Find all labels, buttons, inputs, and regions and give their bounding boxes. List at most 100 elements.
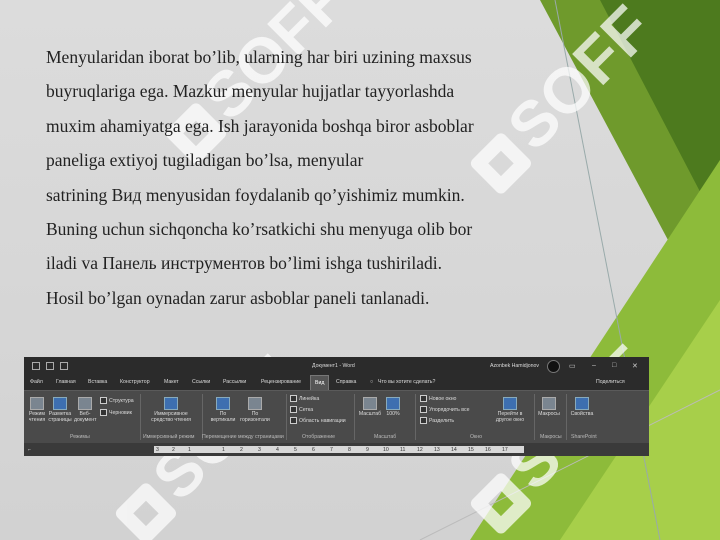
immersive-reader-button[interactable]: Иммерсивное средство чтения bbox=[144, 395, 198, 423]
text-line: iladi va Панель инструментов bo’limi ish… bbox=[46, 253, 442, 274]
group-label-views: Режимы bbox=[70, 434, 90, 440]
arrange-all-button[interactable]: Упорядочить все bbox=[420, 406, 470, 413]
vertical-button[interactable]: По вертикали bbox=[210, 395, 236, 423]
tab-selector-icon[interactable]: ⌐ bbox=[28, 447, 31, 453]
tab-help[interactable]: Справка bbox=[336, 379, 356, 385]
navigation-pane-checkbox[interactable]: Область навигации bbox=[290, 417, 346, 424]
divider bbox=[286, 394, 287, 440]
draft-button[interactable]: Черновик bbox=[100, 409, 132, 416]
zoom-100-button[interactable]: 100% bbox=[383, 395, 403, 417]
ribbon-display-icon[interactable]: ▭ bbox=[569, 362, 576, 370]
tab-review[interactable]: Рецензирование bbox=[261, 379, 301, 385]
side-to-side-button[interactable]: По горизонтали bbox=[240, 395, 270, 423]
ruler-tick-label: 4 bbox=[276, 447, 279, 453]
group-label-zoom: Масштаб bbox=[374, 434, 397, 440]
text-line: Menyularidan iborat bo’lib, ularning har… bbox=[46, 47, 472, 67]
new-window-icon bbox=[420, 395, 427, 402]
share-button[interactable]: Поделиться bbox=[596, 379, 625, 385]
checkbox-icon bbox=[290, 395, 297, 402]
bullets-icon[interactable] bbox=[46, 362, 54, 370]
divider bbox=[140, 394, 141, 440]
ruler-tick-label: 3 bbox=[258, 447, 261, 453]
ruler-tick-label: 15 bbox=[468, 447, 474, 453]
group-label-show: Отображение bbox=[302, 434, 335, 440]
checkbox-icon bbox=[290, 417, 297, 424]
zoom-100-icon bbox=[386, 397, 400, 410]
print-layout-icon bbox=[53, 397, 67, 410]
ruler-tick-label: 9 bbox=[366, 447, 369, 453]
slide: SOFF SOFF SOFF SOFF Menyularidan iborat … bbox=[0, 0, 720, 540]
vertical-icon bbox=[216, 397, 230, 410]
web-layout-icon bbox=[78, 397, 92, 410]
ruler-checkbox[interactable]: Линейка bbox=[290, 395, 319, 402]
group-label-window: Окно bbox=[470, 434, 483, 440]
ruler-tick-label: 2 bbox=[240, 447, 243, 453]
immersive-reader-icon bbox=[164, 397, 178, 410]
word-ribbon-screenshot: Документ1 - Word Azonbek Hamidjonov ▭ – … bbox=[24, 357, 649, 456]
ruler-tick-label: 6 bbox=[312, 447, 315, 453]
outline-icon bbox=[100, 397, 107, 404]
ruler-tick-label: 3 bbox=[156, 447, 159, 453]
tab-references[interactable]: Ссылки bbox=[192, 379, 210, 385]
divider bbox=[415, 394, 416, 440]
group-label-immersive: Иммерсивный режим bbox=[143, 434, 195, 440]
ruler-bar: ⌐ 3 2 1 1 2 3 4 5 6 7 8 9 10 11 12 13 14… bbox=[24, 443, 649, 456]
text-line: Buning uchun sichqoncha ko’rsatkichi shu… bbox=[46, 219, 473, 240]
text-line: buyruqlariga ega. Mazkur menyular hujjat… bbox=[46, 81, 455, 102]
ruler-tick-label: 1 bbox=[188, 447, 191, 453]
divider bbox=[354, 394, 355, 440]
properties-button[interactable]: Свойства bbox=[569, 395, 595, 417]
tab-home[interactable]: Главная bbox=[56, 379, 76, 385]
macros-icon bbox=[542, 397, 556, 410]
outline-button[interactable]: Структура bbox=[100, 397, 134, 404]
save-icon[interactable] bbox=[32, 362, 40, 370]
ruler-tick-label: 2 bbox=[172, 447, 175, 453]
divider bbox=[534, 394, 535, 440]
divider bbox=[566, 394, 567, 440]
tab-view[interactable]: Вид bbox=[310, 375, 330, 390]
tab-design[interactable]: Конструктор bbox=[120, 379, 150, 385]
split-icon bbox=[420, 417, 427, 424]
tab-layout[interactable]: Макет bbox=[164, 379, 179, 385]
checkbox-icon bbox=[290, 406, 297, 413]
customize-icon[interactable] bbox=[60, 362, 68, 370]
ruler-tick-label: 10 bbox=[383, 447, 389, 453]
view-ribbon: Режим чтения Разметка страницы Веб-докум… bbox=[24, 390, 649, 443]
tab-insert[interactable]: Вставка bbox=[88, 379, 107, 385]
switch-windows-button[interactable]: Перейти в другое окно bbox=[494, 395, 526, 423]
text-line: paneliga extiyoj tugiladigan bo’lsa, men… bbox=[46, 150, 364, 171]
quick-access-toolbar bbox=[32, 362, 74, 372]
minimize-icon[interactable]: – bbox=[592, 362, 596, 369]
lightbulb-icon: ○ bbox=[370, 379, 374, 385]
draft-icon bbox=[100, 409, 107, 416]
side-to-side-icon bbox=[248, 397, 262, 410]
text-line: muxim ahamiyatga ega. Ish jarayonida bos… bbox=[46, 115, 474, 136]
text-block: Menyularidan iborat bo’lib, ularning har… bbox=[46, 40, 566, 315]
new-window-button[interactable]: Новое окно bbox=[420, 395, 456, 402]
maximize-icon[interactable]: □ bbox=[612, 362, 616, 369]
tab-mailings[interactable]: Рассылки bbox=[223, 379, 246, 385]
text-line: satrining Вид menyusidan foydalanib qo’y… bbox=[46, 184, 465, 205]
group-label-macros: Макросы bbox=[540, 434, 562, 440]
tab-file[interactable]: Файл bbox=[30, 379, 43, 385]
web-layout-button[interactable]: Веб-документ bbox=[74, 395, 96, 423]
ruler-tick-label: 5 bbox=[294, 447, 297, 453]
read-mode-icon bbox=[30, 397, 44, 410]
ruler-tick-label: 12 bbox=[417, 447, 423, 453]
close-icon[interactable]: ✕ bbox=[632, 362, 638, 370]
read-mode-button[interactable]: Режим чтения bbox=[26, 395, 48, 423]
ruler-tick-label: 1 bbox=[222, 447, 225, 453]
ruler-tick-label: 11 bbox=[400, 447, 406, 453]
macros-button[interactable]: Макросы bbox=[536, 395, 562, 417]
ruler-tick-label: 17 bbox=[502, 447, 508, 453]
ruler-tick-label: 13 bbox=[434, 447, 440, 453]
zoom-button[interactable]: Масштаб bbox=[357, 395, 383, 417]
menu-bar: Файл Главная Вставка Конструктор Макет С… bbox=[24, 375, 649, 390]
split-button[interactable]: Разделить bbox=[420, 417, 454, 424]
ruler-tick-label: 14 bbox=[451, 447, 457, 453]
print-layout-button[interactable]: Разметка страницы bbox=[48, 395, 72, 423]
tell-me-search[interactable]: Что вы хотите сделать? bbox=[378, 379, 435, 385]
title-bar: Документ1 - Word Azonbek Hamidjonov ▭ – … bbox=[24, 357, 649, 375]
avatar[interactable] bbox=[547, 360, 560, 373]
gridlines-checkbox[interactable]: Сетка bbox=[290, 406, 313, 413]
